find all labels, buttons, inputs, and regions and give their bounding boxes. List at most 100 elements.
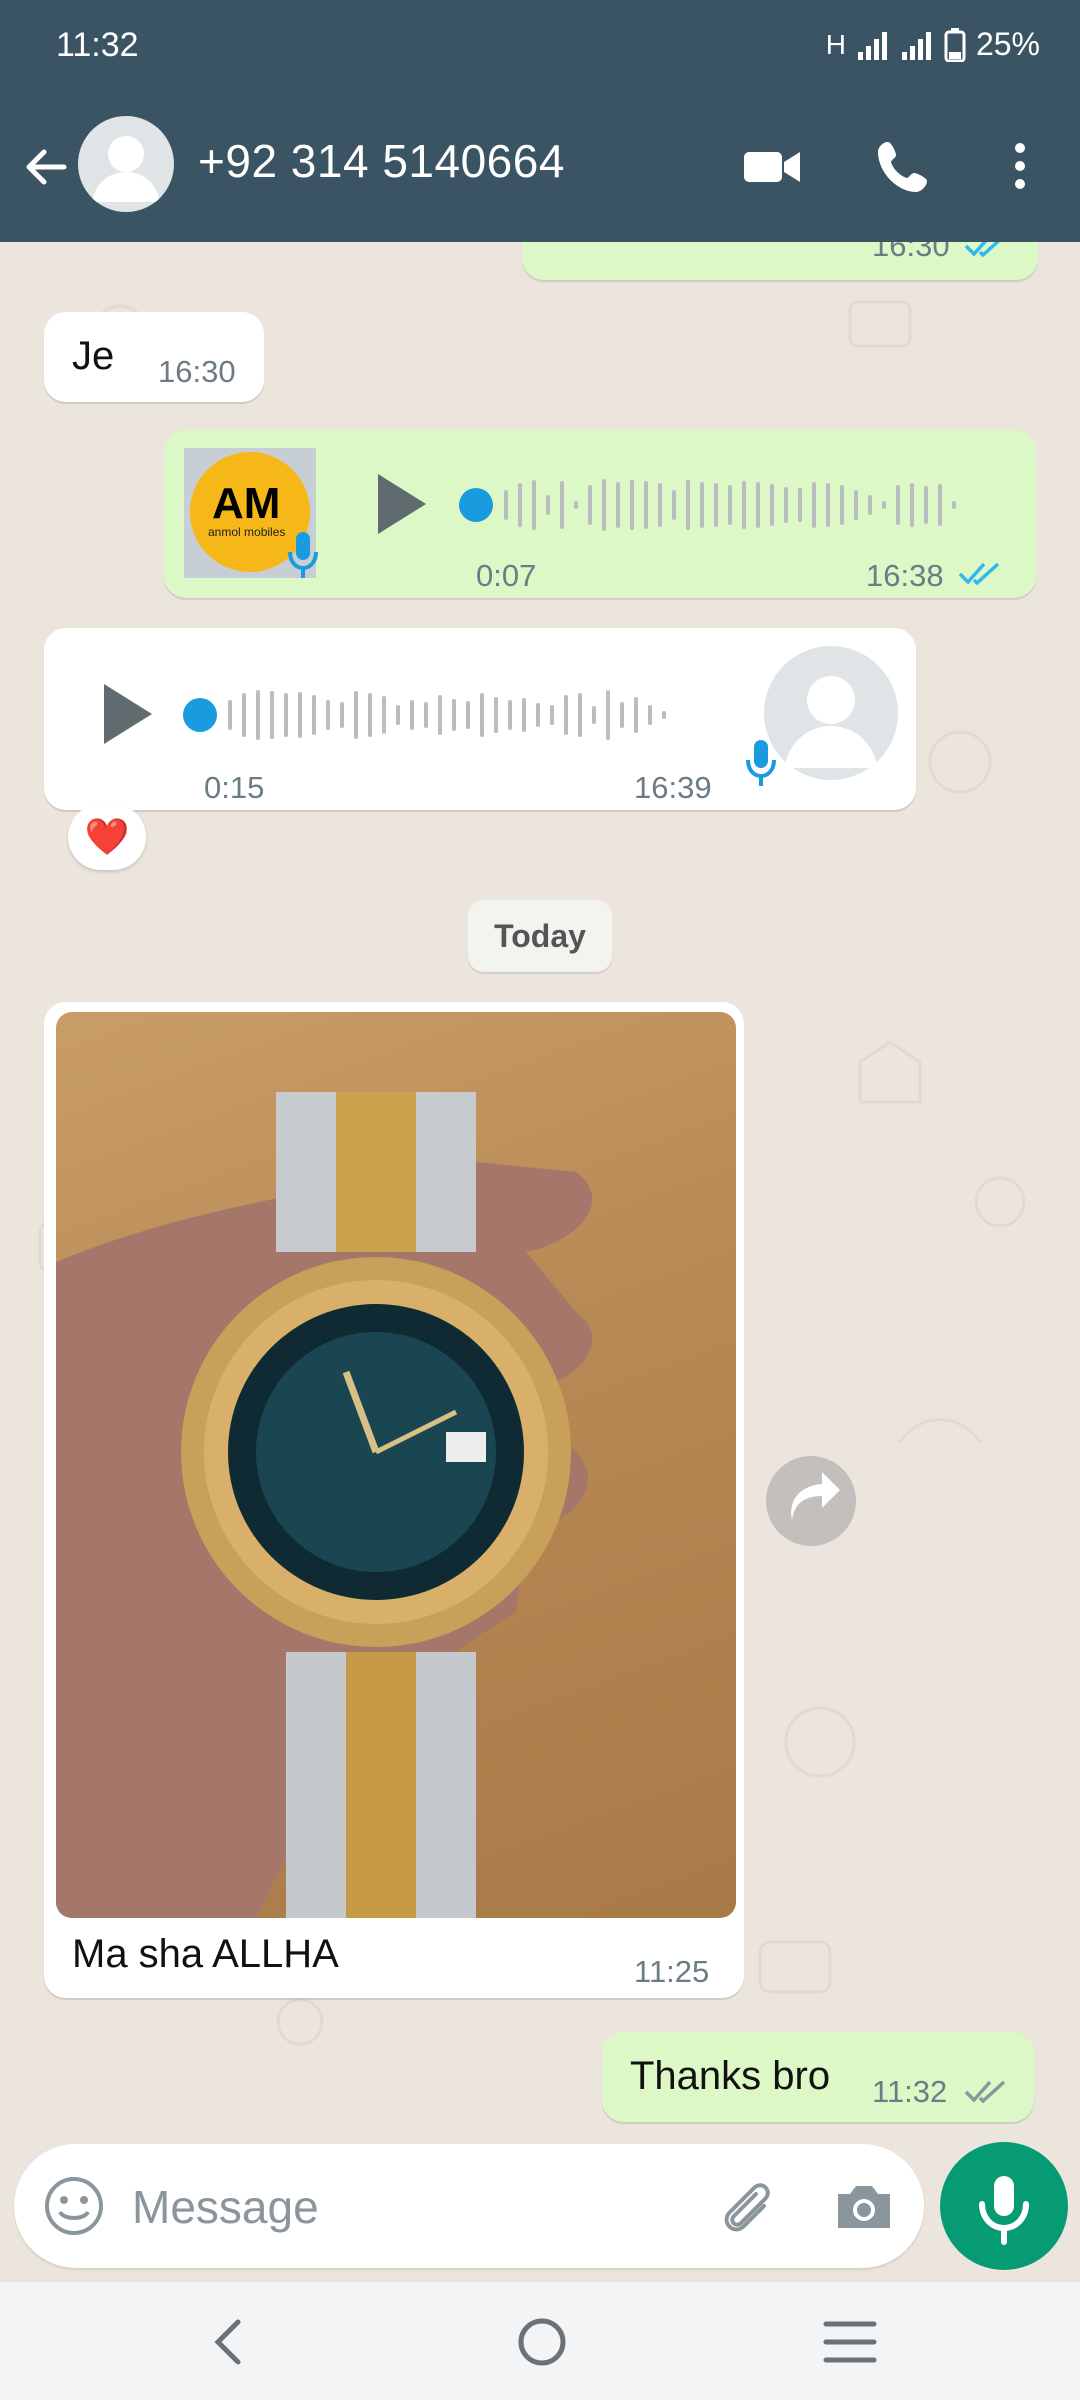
waveform-bar	[686, 480, 690, 530]
waveform-bar	[256, 690, 260, 740]
waveform-bar	[620, 702, 624, 728]
message-time: 16:39	[634, 770, 712, 805]
waveform-bar	[560, 481, 564, 529]
waveform-bar	[354, 691, 358, 739]
network-type: H	[825, 28, 846, 60]
message-bubble-incoming[interactable]: Je 16:30	[44, 312, 264, 402]
avatar-brand-text: anmol mobiles	[208, 525, 285, 539]
waveform-bar	[270, 691, 274, 739]
waveform-bar	[910, 483, 914, 527]
date-separator: Today	[468, 900, 612, 972]
battery-icon	[944, 27, 966, 62]
voice-message-incoming[interactable]: 0:15 16:39	[44, 628, 916, 810]
waveform-bar	[784, 487, 788, 523]
waveform-bar	[868, 495, 872, 515]
video-call-icon[interactable]	[740, 134, 804, 198]
waveform-bar	[882, 501, 886, 509]
waveform-bar	[564, 695, 568, 735]
waveform-bar	[630, 480, 634, 530]
image-message-incoming[interactable]: Ma sha ALLHA 11:25	[44, 1002, 744, 1998]
waveform-bar	[466, 701, 470, 729]
waveform-bar	[578, 693, 582, 737]
waveform-bar	[854, 490, 858, 520]
waveform-bar	[410, 700, 414, 730]
waveform-bar	[326, 700, 330, 730]
waveform-bar	[592, 706, 596, 724]
waveform-bar	[452, 699, 456, 731]
camera-icon[interactable]	[832, 2176, 896, 2236]
attach-icon[interactable]	[714, 2174, 778, 2238]
play-icon[interactable]	[370, 468, 430, 540]
waveform-bar	[896, 485, 900, 525]
waveform-bar	[368, 693, 372, 737]
back-arrow-icon[interactable]	[20, 142, 70, 192]
nav-home-icon[interactable]	[510, 2310, 574, 2374]
signal-icon	[901, 31, 931, 60]
voice-duration: 0:07	[476, 558, 537, 593]
message-input-bar[interactable]: Message	[14, 2144, 924, 2268]
play-icon[interactable]	[96, 678, 156, 750]
contact-avatar[interactable]	[78, 116, 174, 212]
waveform-bar	[606, 690, 610, 740]
waveform-bar	[522, 698, 526, 732]
waveform-bar	[396, 705, 400, 725]
waveform-bar	[770, 484, 774, 526]
voice-waveform[interactable]	[180, 680, 720, 750]
message-bubble-outgoing[interactable]: 16:30	[522, 242, 1038, 280]
waveform-bar	[588, 485, 592, 525]
image-caption: Ma sha ALLHA	[72, 1932, 339, 1976]
waveform-bar	[508, 700, 512, 730]
forward-icon	[791, 1472, 840, 1520]
waveform-bar	[840, 485, 844, 525]
watch-photo[interactable]	[56, 1012, 736, 1918]
sender-avatar	[764, 646, 898, 780]
contact-name[interactable]: +92 314 5140664	[198, 134, 565, 188]
message-time: 16:38	[866, 558, 944, 593]
message-bubble-outgoing[interactable]: Thanks bro 11:32	[602, 2032, 1034, 2122]
more-options-icon[interactable]	[988, 134, 1052, 198]
waveform-bar	[424, 702, 428, 728]
heart-reaction: ❤️	[84, 816, 130, 857]
emoji-icon[interactable]	[42, 2174, 106, 2238]
waveform-bar	[504, 490, 508, 520]
forward-button[interactable]	[766, 1456, 856, 1546]
battery-level: 25%	[975, 26, 1040, 62]
status-indicators: H 25%	[826, 26, 1040, 63]
reaction-badge[interactable]: ❤️	[68, 804, 146, 870]
waveform-bar	[494, 697, 498, 733]
waveform-bar	[938, 484, 942, 526]
voice-record-button[interactable]	[940, 2142, 1068, 2270]
waveform-bar	[662, 711, 666, 719]
waveform-bar	[242, 693, 246, 737]
nav-recents-icon[interactable]	[820, 2314, 880, 2370]
message-time: 11:32	[872, 2074, 948, 2109]
status-time: 11:32	[56, 26, 139, 64]
chat-header: +92 314 5140664	[0, 92, 1080, 242]
message-text: Thanks bro	[630, 2054, 831, 2098]
waveform-bar	[340, 702, 344, 728]
nav-back-icon[interactable]	[200, 2312, 260, 2372]
waveform-bar	[480, 693, 484, 737]
message-time: 16:30	[872, 242, 950, 263]
waveform-bar	[648, 705, 652, 725]
read-receipt-icon	[964, 242, 1000, 258]
waveform-bar	[756, 482, 760, 528]
waveform-bar	[728, 485, 732, 525]
waveform-bar	[812, 482, 816, 528]
voice-message-outgoing[interactable]: AM anmol mobiles 0:07 16:38	[164, 430, 1036, 598]
voice-waveform[interactable]	[456, 470, 996, 540]
waveform-bar	[536, 703, 540, 727]
waveform-bar	[574, 501, 578, 509]
waveform-bar	[742, 481, 746, 529]
waveform-bar	[602, 479, 606, 531]
chat-area[interactable]: 16:30 Je 16:30 AM anmol mobiles 0:07 16:3…	[0, 242, 1080, 2142]
voice-duration: 0:15	[204, 770, 265, 805]
waveform-bar	[634, 697, 638, 733]
voice-call-icon[interactable]	[872, 134, 936, 198]
waveform-bar	[546, 495, 550, 515]
message-input[interactable]: Message	[132, 2180, 319, 2234]
read-receipt-icon	[958, 562, 1000, 586]
waveform-bar	[826, 483, 830, 527]
waveform-bar	[798, 488, 802, 522]
waveform-bar	[518, 483, 522, 527]
